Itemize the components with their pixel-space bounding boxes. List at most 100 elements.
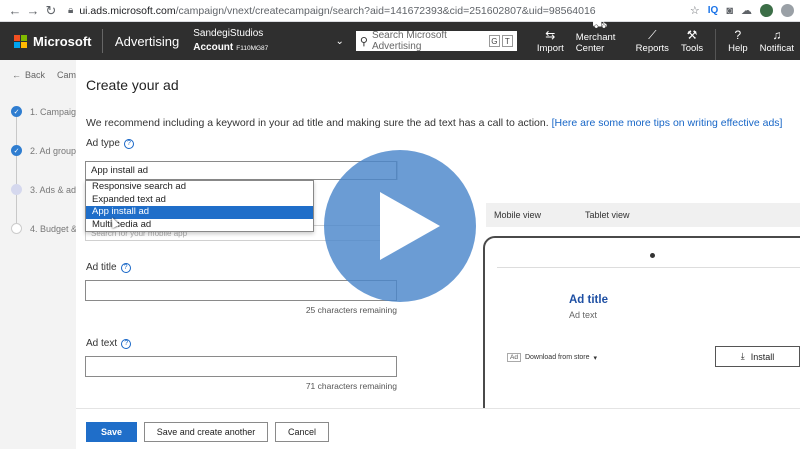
chevron-down-icon[interactable]: ⌄ [335, 36, 343, 47]
app-header: Microsoft Advertising SandegiStudios Acc… [0, 18, 800, 60]
play-icon [380, 192, 440, 260]
account-switcher[interactable]: SandegiStudios Account F110MG87 [193, 27, 331, 56]
bell-icon: ♫ [772, 28, 782, 42]
notifications-label: Notificat [759, 43, 794, 54]
star-icon[interactable]: ☆ [690, 4, 700, 17]
check-icon: ✓ [11, 145, 22, 156]
cart-icon: ⛟ [592, 17, 608, 31]
video-play-button[interactable] [324, 150, 476, 302]
back-arrow-icon[interactable]: ← [6, 2, 24, 20]
address-bar[interactable]: 🔒︎ ui.ads.microsoft.com /campaign/vnext/… [68, 5, 682, 17]
install-label: Install [750, 351, 775, 362]
form-description: We recommend including a keyword in your… [86, 117, 782, 129]
search-shortcut-g: G [488, 35, 500, 47]
ad-title-counter: 25 characters remaining [305, 305, 397, 315]
step-ad-group[interactable]: ✓ 2. Ad group [11, 145, 76, 156]
back-link[interactable]: ← Back Cam [12, 70, 76, 80]
caret-down-icon: ▾ [593, 354, 598, 362]
notifications-button[interactable]: ♫ Notificat [754, 29, 800, 60]
download-label: Download from store [524, 354, 590, 361]
save-and-create-another-button[interactable]: Save and create another [144, 422, 268, 442]
camera-icon[interactable]: ◙ [726, 5, 733, 17]
preview-ad-title: Ad title [569, 294, 608, 306]
reload-icon[interactable]: ↻ [42, 2, 60, 20]
profile-extension-icon[interactable] [760, 4, 773, 17]
reports-label: Reports [635, 43, 669, 54]
chart-icon: ⟋ [648, 28, 657, 42]
account-name: SandegiStudios [193, 27, 264, 39]
help-circle-icon[interactable]: ? [121, 338, 132, 349]
cancel-button[interactable]: Cancel [275, 422, 329, 442]
account-label: Account [193, 41, 234, 53]
device-camera [650, 253, 655, 258]
page-title: Create your ad [86, 77, 179, 93]
tab-mobile-view[interactable]: Mobile view [486, 206, 550, 224]
logo-square-red [14, 34, 20, 41]
download-icon: ⤓ [740, 351, 745, 361]
iq-extension-icon[interactable]: IQ [708, 5, 719, 16]
help-icon: ? [734, 28, 742, 42]
reports-button[interactable]: ⟋ Reports [630, 29, 675, 60]
step-connector [16, 112, 17, 232]
lock-icon: 🔒︎ [68, 5, 74, 16]
cloud-icon[interactable]: ☁ [741, 4, 752, 17]
install-button: ⤓ Install [715, 346, 800, 367]
help-circle-icon[interactable]: ? [123, 138, 134, 149]
header-divider [102, 29, 103, 53]
ad-text-label-text: Ad text [86, 338, 118, 349]
step-ads[interactable]: 3. Ads & ad [11, 184, 76, 195]
help-circle-icon[interactable]: ? [120, 262, 131, 273]
product-name[interactable]: Advertising [115, 34, 179, 49]
ad-type-label: Ad type ? [86, 138, 134, 149]
back-arrow-icon: ← [12, 70, 21, 80]
logo-square-green [21, 34, 27, 41]
search-placeholder: Search Microsoft Advertising [371, 30, 447, 52]
description-text: We recommend including a keyword in your… [86, 117, 549, 129]
tools-button[interactable]: ⚒ Tools [675, 29, 709, 60]
preview-tabs: Mobile view Tablet view [486, 203, 800, 227]
url-host: ui.ads.microsoft.com [79, 4, 176, 17]
step-campaign[interactable]: ✓ 1. Campaign [11, 106, 81, 117]
ad-title-label-text: Ad title [86, 262, 117, 273]
tools-label: Tools [680, 43, 704, 54]
logo-square-blue [14, 41, 20, 48]
ad-text-label: Ad text ? [86, 338, 132, 349]
ad-text-input[interactable] [85, 356, 397, 377]
back-context: Cam [57, 70, 77, 80]
ad-badge: Ad [507, 353, 521, 362]
option-multimedia-ad[interactable]: Multimedia ad [86, 219, 313, 232]
pending-step-dot [11, 223, 22, 234]
search-input[interactable]: ⚲ Search Microsoft Advertising G T [355, 30, 517, 52]
brand-name: Microsoft [33, 33, 92, 49]
import-label: Import [536, 43, 564, 54]
ad-title-label: Ad title ? [86, 262, 131, 273]
help-label: Help [728, 43, 748, 54]
account-row: Account F110MG87 [193, 41, 331, 56]
option-expanded-text-ad[interactable]: Expanded text ad [86, 194, 313, 207]
preview-ad-text: Ad text [569, 310, 598, 320]
save-button[interactable]: Save [86, 422, 137, 442]
tab-tablet-view[interactable]: Tablet view [577, 206, 638, 224]
step-budget[interactable]: 4. Budget & [11, 223, 77, 234]
tips-link[interactable]: [Here are some more tips on writing effe… [552, 117, 783, 129]
ad-type-label-text: Ad type [86, 138, 120, 149]
step-label: 4. Budget & [30, 223, 78, 234]
help-button[interactable]: ? Help [715, 29, 754, 60]
microsoft-logo[interactable]: Microsoft [0, 33, 92, 49]
merchant-center-label: Merchant Center [575, 32, 616, 54]
microsoft-grid-icon [14, 34, 27, 48]
step-label: 3. Ads & ad [30, 184, 77, 195]
logo-square-yellow [21, 41, 27, 48]
merchant-center-button[interactable]: ⛟ Merchant Center [570, 18, 630, 60]
option-app-install-ad[interactable]: App install ad [86, 206, 313, 219]
steps-rail: ← Back Cam ✓ 1. Campaign ✓ 2. Ad group 3… [0, 60, 81, 449]
back-label: Back [25, 70, 46, 80]
preview-ad-footer: Ad Download from store ▾ [507, 353, 597, 362]
header-tools: ⇆ Import ⛟ Merchant Center ⟋ Reports ⚒ Tools… [531, 18, 800, 60]
step-label: 2. Ad group [30, 145, 77, 156]
option-responsive-search-ad[interactable]: Responsive search ad [86, 181, 313, 194]
search-shortcut-t: T [501, 35, 513, 47]
user-avatar-icon[interactable] [781, 4, 794, 17]
forward-arrow-icon[interactable]: → [24, 2, 42, 20]
import-button[interactable]: ⇆ Import [531, 29, 570, 60]
